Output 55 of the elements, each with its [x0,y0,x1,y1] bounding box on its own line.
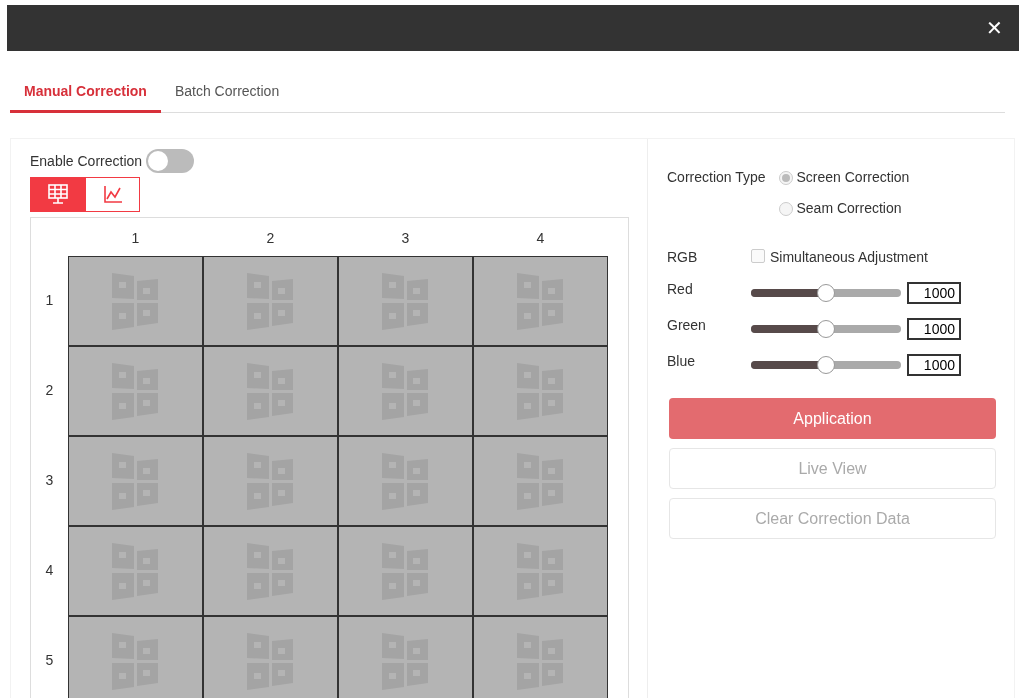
screen-tile[interactable] [473,615,608,698]
row-header: 5 [44,651,55,670]
screen-tile[interactable] [203,345,338,436]
screen-tile[interactable] [473,255,608,346]
view-mode-button[interactable] [85,176,140,212]
column-header: 4 [535,228,546,248]
checkbox[interactable] [751,248,765,263]
screen-tile[interactable] [338,435,473,526]
radio-button[interactable] [779,170,793,185]
close-button[interactable]: ✕ [982,16,1007,40]
slider-thumb[interactable] [817,320,835,338]
tab[interactable]: Batch Correction [160,77,294,113]
screen-tile[interactable] [473,345,608,436]
rgb-label: RGB [667,248,699,267]
row-header: 1 [44,291,55,310]
radio-label: Seam Correction [796,199,902,218]
screen-tile[interactable] [68,345,203,436]
radio-label: Screen Correction [796,168,910,187]
radio-button[interactable] [779,201,793,216]
channel-label: Blue [667,351,697,371]
screen-tile[interactable] [203,435,338,526]
screen-tile[interactable] [203,615,338,698]
screen-tile[interactable] [68,525,203,616]
slider-thumb[interactable] [817,284,835,302]
tab[interactable]: Manual Correction [10,77,161,113]
grid-icon [46,183,69,205]
enable-correction-label: Enable Correction [30,151,143,171]
screen-tile[interactable] [473,435,608,526]
screen-tile[interactable] [338,525,473,616]
line-chart-icon [101,183,124,205]
value-input[interactable]: 1000 [907,318,961,340]
value-input[interactable]: 1000 [907,354,961,376]
row-header: 2 [44,381,55,400]
row-header: 3 [44,471,55,490]
screen-tile[interactable] [473,525,608,616]
enable-correction-toggle[interactable] [145,149,194,173]
screen-tile[interactable] [338,255,473,346]
screen-tile[interactable] [203,525,338,616]
screen-tile[interactable] [203,255,338,346]
correction-type-label: Correction Type [667,168,767,187]
channel-label: Red [667,279,694,299]
screen-tile[interactable] [68,615,203,698]
screen-tile[interactable] [68,255,203,346]
channel-label: Green [667,315,707,335]
column-header: 2 [265,228,276,248]
slider-thumb[interactable] [817,356,835,374]
row-header: 4 [44,561,55,580]
screen-tile[interactable] [68,435,203,526]
checkbox-label: Simultaneous Adjustment [770,248,928,267]
column-header: 3 [400,228,411,248]
column-header: 1 [130,228,141,248]
screen-tile[interactable] [338,345,473,436]
view-mode-button[interactable] [30,176,85,212]
value-input[interactable]: 1000 [907,282,961,304]
screen-tile[interactable] [338,615,473,698]
